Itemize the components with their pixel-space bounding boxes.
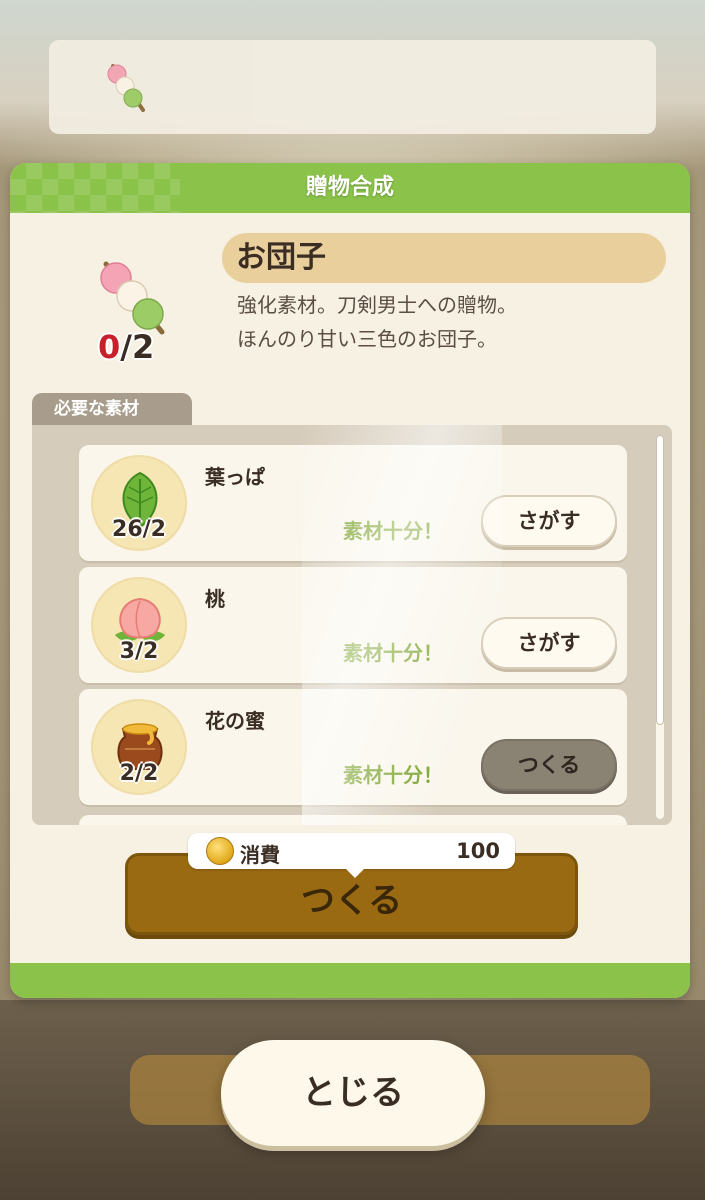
material-count: 26/2	[112, 517, 166, 542]
coin-icon	[206, 837, 234, 865]
material-row-leaf: 26/2 葉っぱ 素材十分！ さがす	[79, 445, 627, 561]
item-name: お団子	[236, 240, 326, 275]
material-count: 3/2	[119, 639, 159, 664]
make-material-button[interactable]: つくる	[481, 739, 617, 791]
cost-bubble-tail	[344, 867, 366, 878]
material-row-honey: 2/2 花の蜜 素材十分！ つくる	[79, 689, 627, 805]
item-count: 0/2	[98, 328, 178, 366]
search-button[interactable]: さがす	[481, 495, 617, 547]
materials-list[interactable]: 26/2 葉っぱ 素材十分！ さがす 3/2 桃 素材十分！ さがす 2/2 花…	[32, 425, 672, 825]
cost-label: 消費	[240, 843, 280, 867]
item-count-have: 0	[98, 328, 121, 366]
material-status: 素材十分！	[343, 519, 443, 543]
make-button-label[interactable]: つくる	[125, 873, 578, 922]
material-count: 2/2	[119, 761, 159, 786]
gift-synthesis-dialog: 贈物合成 0/2 お団子 強化素材。刀剣男士への贈物。 ほんのり甘い三色のお団子…	[10, 163, 690, 998]
item-banner	[49, 40, 656, 134]
close-button[interactable]: とじる	[221, 1040, 485, 1146]
scrollbar-thumb[interactable]	[656, 435, 664, 725]
item-description-line1: 強化素材。刀剣男士への贈物。	[237, 293, 517, 317]
search-button[interactable]: さがす	[481, 617, 617, 669]
cost-value: 100	[456, 839, 500, 863]
material-row-peach: 3/2 桃 素材十分！ さがす	[79, 567, 627, 683]
item-description-line2: ほんのり甘い三色のお団子。	[237, 327, 497, 351]
material-name: 葉っぱ	[205, 465, 265, 489]
dango-icon	[103, 60, 151, 120]
material-name: 桃	[205, 587, 225, 611]
material-row-next	[79, 815, 627, 825]
dialog-title: 贈物合成	[305, 175, 394, 200]
item-count-need: /2	[120, 328, 155, 366]
item-description: 強化素材。刀剣男士への贈物。 ほんのり甘い三色のお団子。	[237, 288, 677, 356]
material-status: 素材十分！	[343, 641, 443, 665]
material-status: 素材十分！	[343, 763, 443, 787]
material-name: 花の蜜	[205, 709, 265, 733]
materials-tab: 必要な素材	[32, 393, 192, 425]
dialog-footer	[10, 963, 690, 998]
